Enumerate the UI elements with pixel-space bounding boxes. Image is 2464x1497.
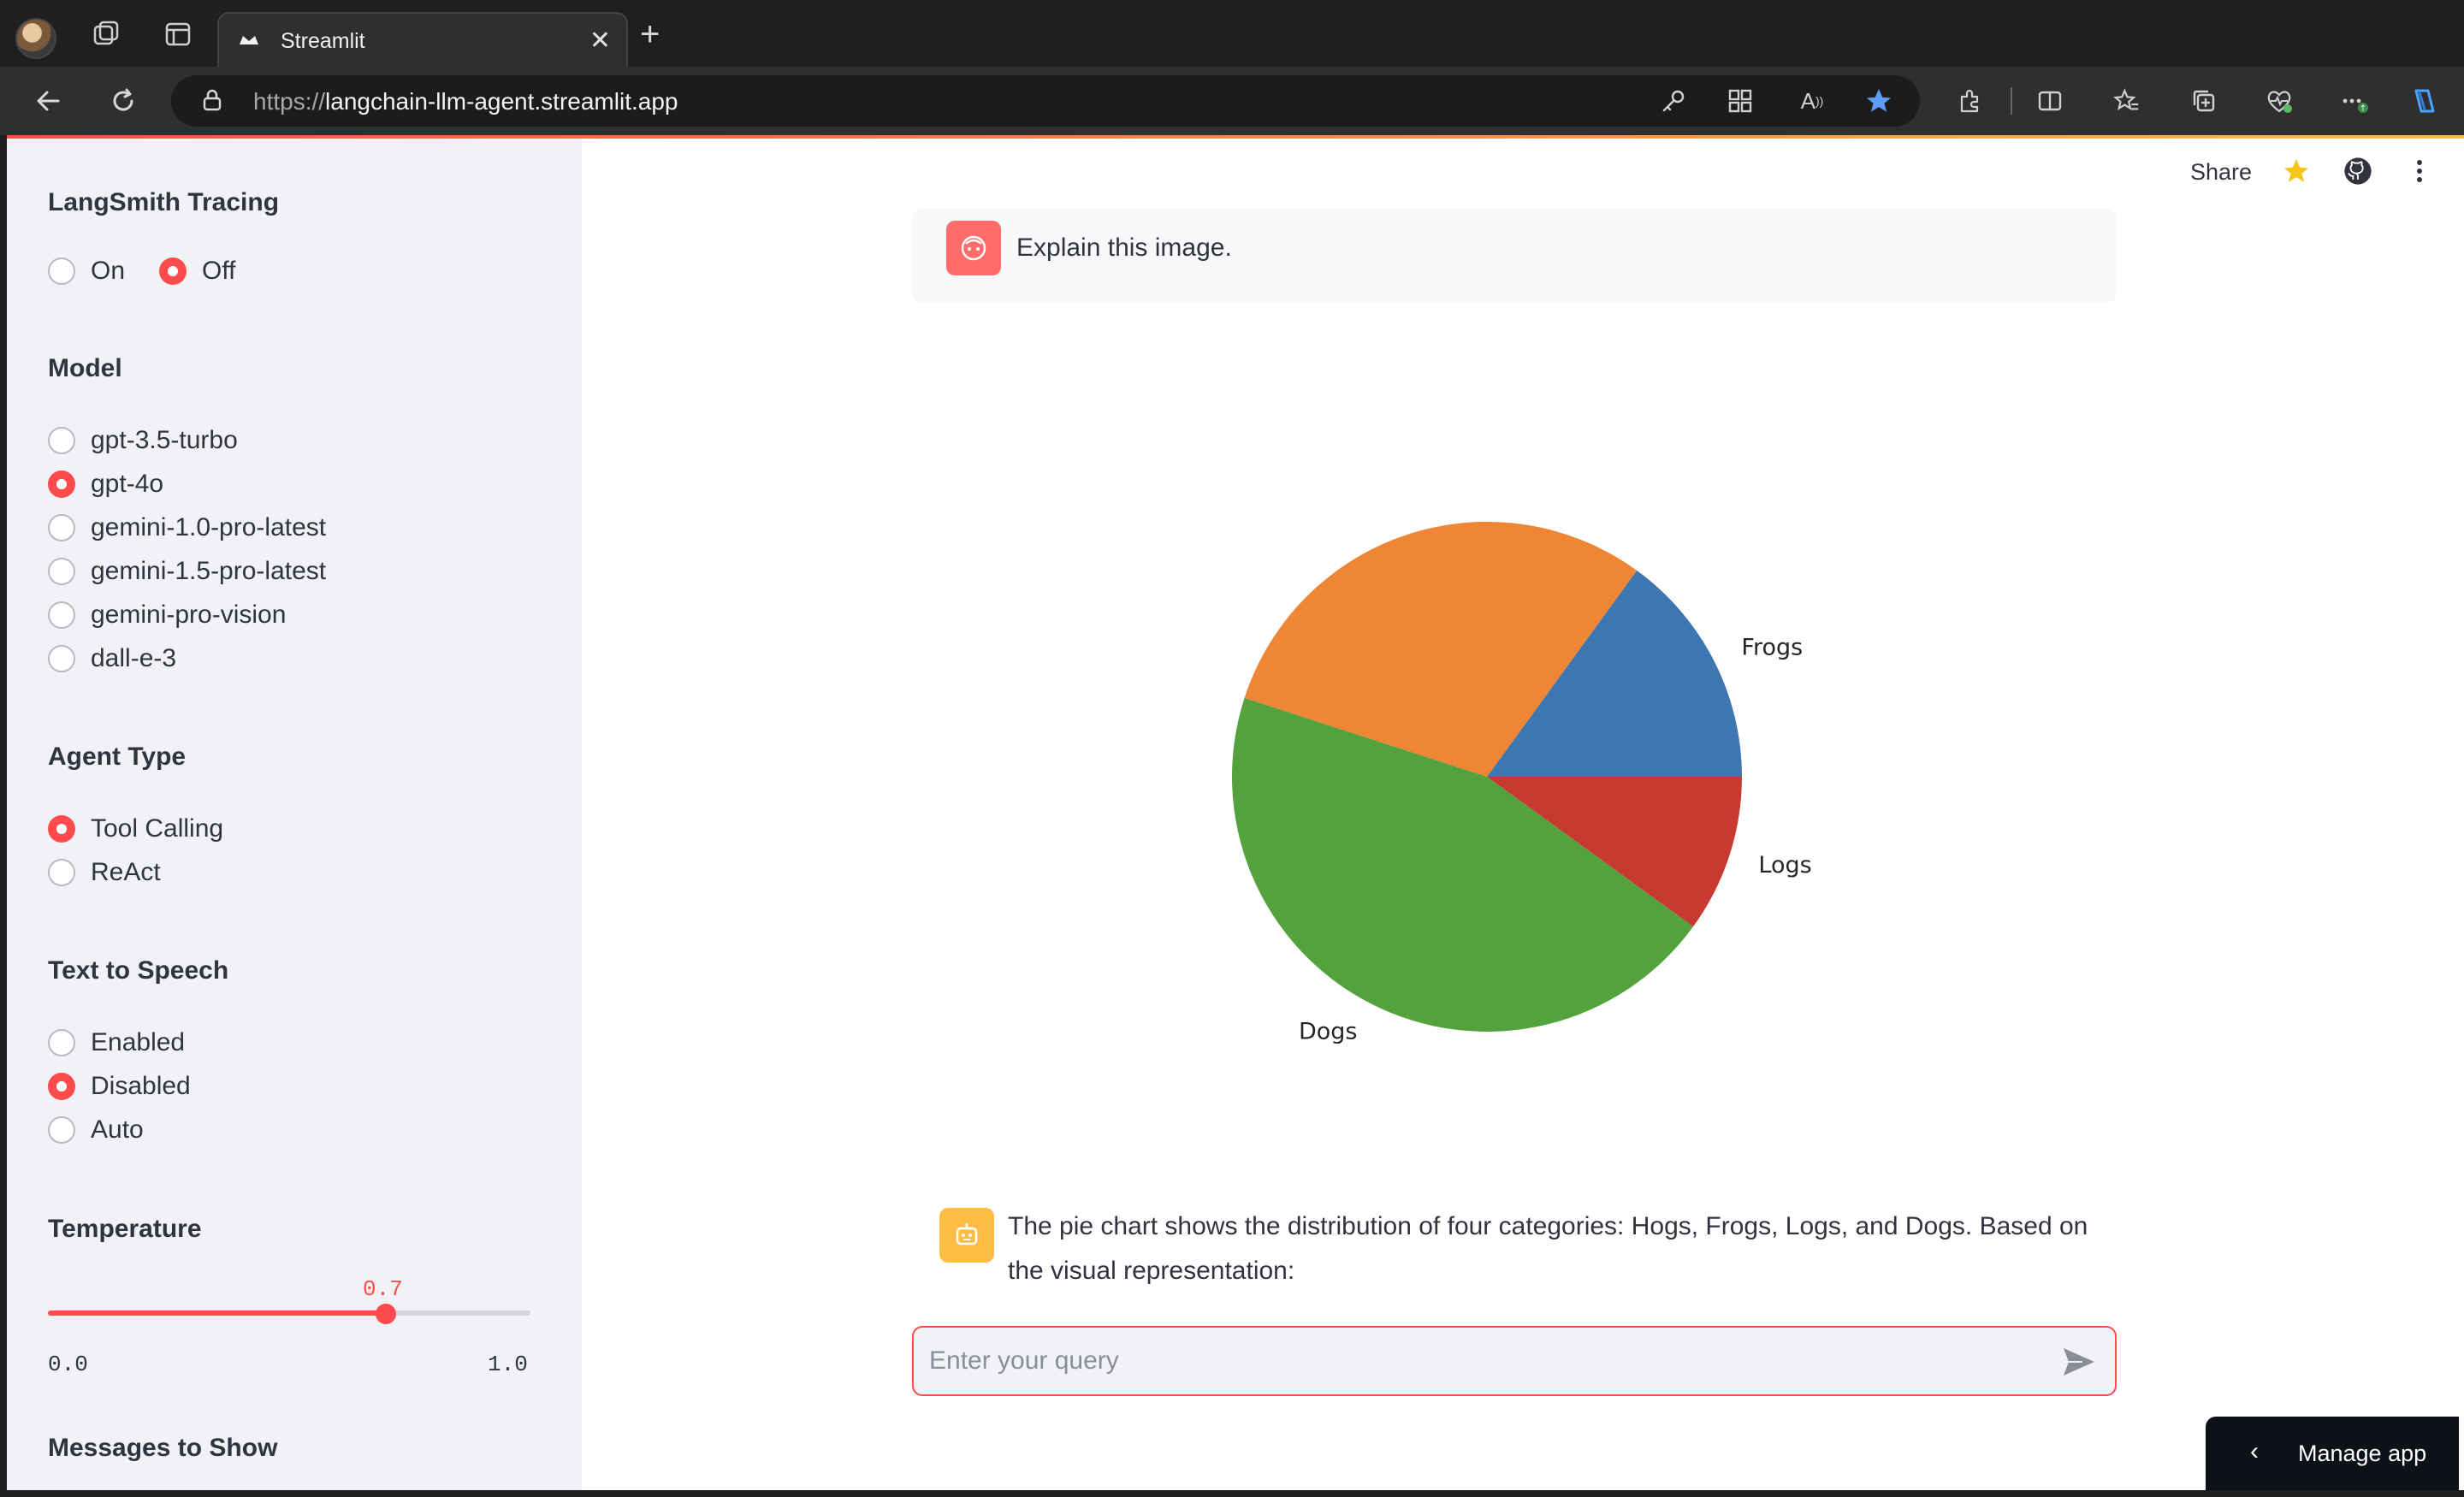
favorite-star-icon[interactable] (1860, 82, 1898, 120)
tab-close-icon[interactable]: ✕ (589, 26, 611, 56)
radio-model-dall-e-3[interactable]: dall-e-3 (48, 644, 176, 673)
tts-heading: Text to Speech (48, 956, 229, 985)
sidebar: LangSmith Tracing On Off Model gpt-3.5-t… (7, 139, 582, 1490)
radio-tracing-off[interactable]: Off (159, 257, 235, 286)
radio-circle[interactable] (48, 1116, 75, 1144)
radio-circle[interactable] (48, 859, 75, 886)
user-avatar-icon (946, 221, 1001, 275)
pie-label-logs: Logs (1758, 852, 1811, 879)
pie-chart-svg: FrogsHogsDogsLogs (1232, 493, 1812, 1044)
radio-circle-selected[interactable] (48, 1073, 75, 1100)
radio-agent-tool-calling[interactable]: Tool Calling (48, 814, 223, 843)
browser-tab-active[interactable]: Streamlit ✕ (217, 12, 628, 67)
svg-text:↑: ↑ (2360, 104, 2366, 114)
radio-model-gpt-3-5-turbo[interactable]: gpt-3.5-turbo (48, 426, 238, 455)
split-screen-icon[interactable] (2031, 82, 2069, 120)
messages-heading: Messages to Show (48, 1434, 278, 1462)
extensions-icon[interactable] (1951, 82, 1988, 120)
tab-title: Streamlit (281, 29, 365, 53)
workspaces-icon[interactable] (89, 17, 123, 51)
streamlit-page: LangSmith Tracing On Off Model gpt-3.5-t… (7, 135, 2464, 1490)
radio-circle-selected[interactable] (48, 470, 75, 498)
github-icon[interactable] (2341, 154, 2375, 188)
radio-tts-auto[interactable]: Auto (48, 1115, 144, 1145)
back-icon[interactable] (29, 82, 67, 120)
profile-avatar[interactable] (15, 18, 56, 59)
radio-model-gemini-pro-vision[interactable]: gemini-pro-vision (48, 601, 286, 630)
chat-input-container (912, 1326, 2117, 1396)
radio-tts-enabled[interactable]: Enabled (48, 1028, 185, 1057)
radio-circle-selected[interactable] (48, 815, 75, 843)
new-tab-icon[interactable]: + (640, 15, 660, 54)
temperature-slider-fill (48, 1311, 386, 1316)
streamlit-favicon-icon (240, 36, 258, 44)
temperature-max-label: 1.0 (488, 1352, 528, 1377)
radio-circle-selected[interactable] (159, 257, 187, 285)
radio-circle[interactable] (48, 427, 75, 454)
agent-type-heading: Agent Type (48, 743, 187, 771)
star-icon[interactable] (2279, 154, 2313, 188)
manage-app-button[interactable]: ‹ Manage app (2206, 1417, 2459, 1490)
key-icon[interactable] (1655, 82, 1692, 120)
favorites-icon[interactable] (2108, 82, 2146, 120)
collections-icon[interactable] (2185, 82, 2223, 120)
share-button[interactable]: Share (2190, 159, 2252, 186)
temperature-slider-track[interactable] (48, 1311, 530, 1316)
temperature-value: 0.7 (363, 1276, 403, 1302)
radio-tracing-on[interactable]: On (48, 257, 125, 286)
user-message-text: Explain this image. (1016, 234, 1232, 262)
radio-tts-disabled[interactable]: Disabled (48, 1072, 191, 1101)
radio-circle[interactable] (48, 558, 75, 585)
radio-model-gemini-1-5-pro[interactable]: gemini-1.5-pro-latest (48, 557, 326, 586)
radio-circle[interactable] (48, 257, 75, 285)
tracing-heading: LangSmith Tracing (48, 188, 280, 216)
model-heading: Model (48, 354, 122, 382)
read-aloud-icon[interactable]: A)) (1793, 82, 1831, 120)
apps-icon[interactable] (1721, 82, 1759, 120)
browser-toolbar: https://langchain-llm-agent.streamlit.ap… (0, 67, 2464, 135)
temperature-min-label: 0.0 (48, 1352, 88, 1377)
main-menu-icon[interactable] (2402, 154, 2437, 188)
browser-tab-bar: Streamlit ✕ + (0, 0, 2464, 67)
chevron-left-icon: ‹ (2250, 1437, 2259, 1465)
toolbar-separator (2011, 87, 2012, 115)
refresh-icon[interactable] (104, 82, 142, 120)
assistant-message-text: The pie chart shows the distribution of … (1008, 1212, 2088, 1285)
browser-essentials-icon[interactable] (2260, 82, 2298, 120)
radio-agent-react[interactable]: ReAct (48, 858, 161, 887)
temperature-slider-thumb[interactable] (375, 1304, 396, 1324)
tab-actions-icon[interactable] (161, 17, 195, 51)
more-options-icon[interactable]: ↑ (2336, 82, 2373, 120)
radio-circle[interactable] (48, 645, 75, 672)
copilot-icon[interactable] (2406, 82, 2443, 120)
url-text: https://langchain-llm-agent.streamlit.ap… (253, 88, 678, 115)
lock-icon[interactable] (202, 89, 222, 111)
pie-label-dogs: Dogs (1299, 1018, 1358, 1044)
radio-model-gpt-4o[interactable]: gpt-4o (48, 470, 163, 499)
radio-circle[interactable] (48, 514, 75, 541)
assistant-avatar-icon (939, 1208, 994, 1263)
pie-chart: FrogsHogsDogsLogs (1162, 493, 1863, 1187)
chat-input[interactable] (929, 1340, 2041, 1382)
radio-circle[interactable] (48, 601, 75, 629)
radio-circle[interactable] (48, 1029, 75, 1056)
chat-message-user: Explain this image. (912, 209, 2117, 303)
radio-model-gemini-1-0-pro[interactable]: gemini-1.0-pro-latest (48, 513, 326, 542)
temperature-heading: Temperature (48, 1215, 202, 1243)
send-icon[interactable] (2062, 1346, 2096, 1377)
pie-label-frogs: Frogs (1741, 634, 1803, 660)
